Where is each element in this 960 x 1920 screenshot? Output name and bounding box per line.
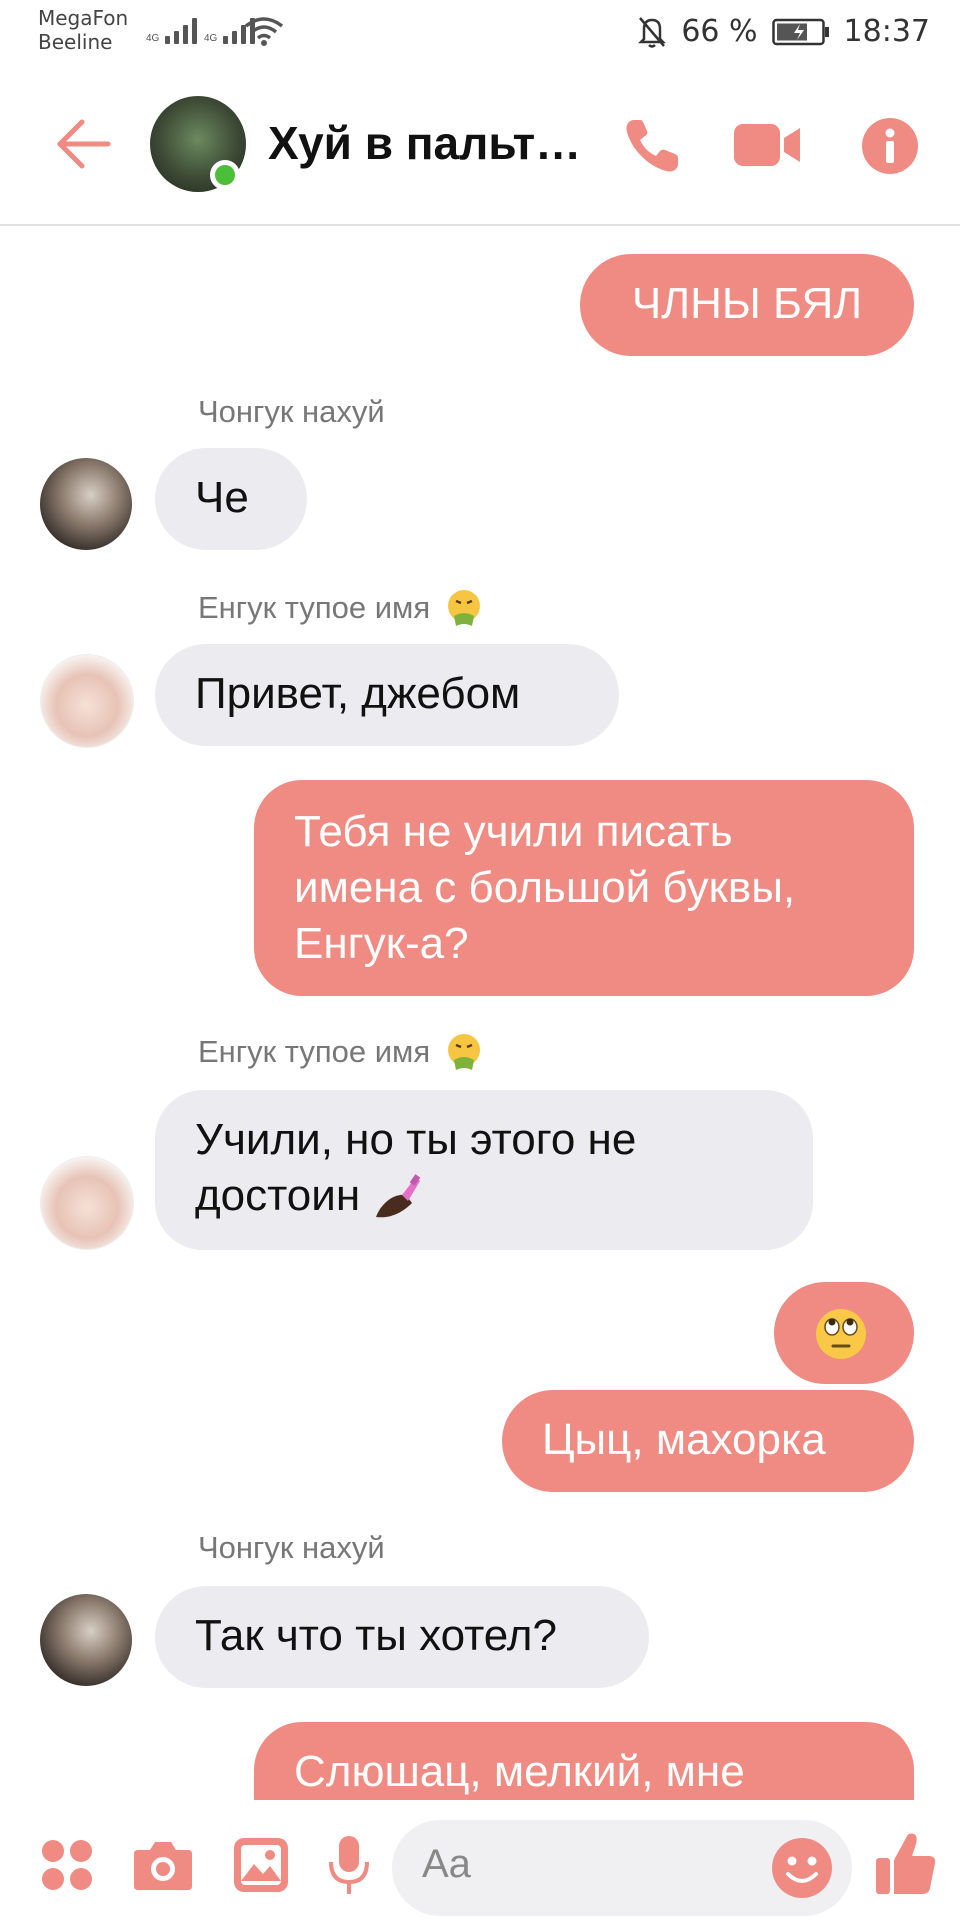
status-right: 66 % 18:37 bbox=[637, 14, 930, 49]
message-line: Енгук-а? bbox=[294, 919, 469, 968]
outgoing-message[interactable]: Цыц, махорка bbox=[502, 1390, 914, 1492]
chat-header: Хуй в пальт… bbox=[0, 72, 960, 226]
emoji-icon[interactable] bbox=[770, 1836, 834, 1900]
phone-icon[interactable] bbox=[620, 114, 684, 178]
message-line: Тебя не учили писать bbox=[294, 807, 733, 856]
outgoing-message[interactable]: Тебя не учили писать имена с большой бук… bbox=[254, 780, 914, 996]
video-icon[interactable] bbox=[732, 120, 802, 170]
carrier-megafon: MegaFon bbox=[38, 6, 129, 30]
clock: 18:37 bbox=[843, 14, 930, 49]
eye-roll-face-icon bbox=[816, 1309, 866, 1359]
online-indicator bbox=[210, 160, 240, 190]
message-line: достоин bbox=[195, 1168, 773, 1224]
arrow-left-icon[interactable] bbox=[54, 118, 112, 170]
sender-name: Енгук тупое имя bbox=[198, 588, 484, 628]
sender-name: Чонгук нахуй bbox=[198, 394, 385, 429]
outgoing-message[interactable] bbox=[774, 1282, 914, 1384]
outgoing-message[interactable]: ЧЛНЫ БЯЛ bbox=[580, 254, 914, 356]
sender-name: Енгук тупое имя bbox=[198, 1032, 484, 1072]
message-input[interactable]: Aa bbox=[392, 1820, 852, 1916]
nauseated-face-icon bbox=[448, 1034, 481, 1070]
sender-avatar[interactable] bbox=[40, 1594, 132, 1686]
sender-name: Чонгук нахуй bbox=[198, 1530, 385, 1565]
message-line: Учили, но ты этого не bbox=[195, 1115, 637, 1164]
status-bar: MegaFon Beeline 4G 4G 66 % 18:37 bbox=[0, 0, 960, 72]
apps-icon[interactable] bbox=[40, 1838, 94, 1892]
incoming-message[interactable]: Привет, джебом bbox=[155, 644, 619, 746]
chat-title[interactable]: Хуй в пальт… bbox=[268, 116, 581, 170]
sender-avatar[interactable] bbox=[40, 458, 132, 550]
info-icon[interactable] bbox=[860, 116, 920, 176]
composer-bar: Aa bbox=[0, 1800, 960, 1920]
carrier-beeline: Beeline bbox=[38, 30, 113, 54]
incoming-message[interactable]: Так что ты хотел? bbox=[155, 1586, 649, 1688]
sender-avatar[interactable] bbox=[40, 654, 134, 748]
camera-icon[interactable] bbox=[132, 1838, 194, 1892]
sender-avatar[interactable] bbox=[40, 1156, 134, 1250]
signal-icon: 4G bbox=[146, 16, 198, 44]
incoming-message[interactable]: Учили, но ты этого не достоин bbox=[155, 1090, 813, 1250]
incoming-message[interactable]: Че bbox=[155, 448, 307, 550]
battery-icon bbox=[771, 18, 829, 45]
mute-bell-icon bbox=[638, 16, 667, 48]
battery-percent: 66 % bbox=[681, 14, 758, 49]
thumbs-up-icon[interactable] bbox=[874, 1830, 938, 1898]
message-input-placeholder: Aa bbox=[422, 1842, 471, 1886]
microphone-icon[interactable] bbox=[326, 1834, 372, 1896]
message-line: имена с большой буквы, bbox=[294, 863, 796, 912]
message-list[interactable]: ЧЛНЫ БЯЛ Чонгук нахуй Че Енгук тупое имя… bbox=[0, 226, 960, 1800]
nauseated-face-icon bbox=[448, 590, 481, 626]
outgoing-message[interactable]: Слюшац, мелкий, мне bbox=[254, 1722, 914, 1800]
wifi-icon bbox=[244, 17, 284, 46]
gallery-icon[interactable] bbox=[232, 1836, 290, 1894]
nail-polish-icon bbox=[376, 1174, 421, 1218]
